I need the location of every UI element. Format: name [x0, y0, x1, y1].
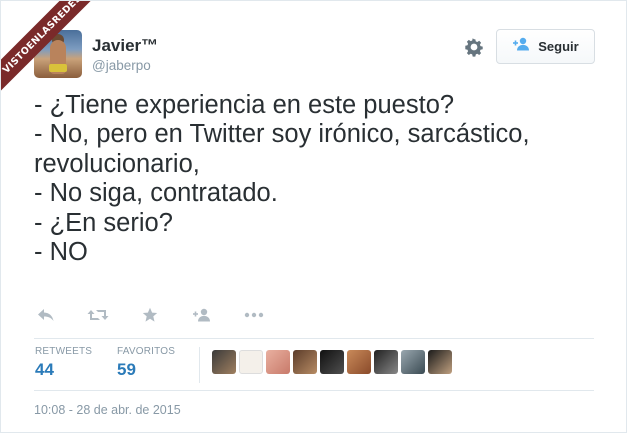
avatar[interactable]	[401, 350, 425, 374]
avatar[interactable]	[347, 350, 371, 374]
reply-icon[interactable]	[35, 304, 57, 326]
gear-icon[interactable]	[463, 36, 485, 58]
avatar[interactable]	[374, 350, 398, 374]
tweet-line: - NO	[34, 238, 88, 267]
tweet-text: - ¿Tiene experiencia en este puesto? - N…	[34, 91, 604, 267]
follow-button-label: Seguir	[538, 39, 579, 54]
author-name[interactable]: Javier™	[92, 36, 158, 56]
author-handle[interactable]: @jaberpo	[92, 58, 151, 73]
divider	[199, 347, 200, 383]
tweet-line: revolucionario,	[34, 149, 200, 178]
avatar[interactable]	[239, 350, 263, 374]
retweets-label: RETWEETS	[35, 346, 93, 357]
tweet-card: VISTOENLASREDES Javier™ @jaberpo Seguir …	[0, 0, 627, 433]
divider	[34, 338, 594, 339]
tweet-line: - No siga, contratado.	[34, 179, 278, 208]
retweets-stat[interactable]: RETWEETS 44	[35, 346, 92, 380]
avatar[interactable]	[266, 350, 290, 374]
action-bar	[35, 304, 295, 326]
favorites-stat[interactable]: FAVORITOS 59	[117, 346, 175, 380]
tweet-line: - No, pero en Twitter soy irónico, sarcá…	[34, 120, 530, 149]
favorites-label: FAVORITOS	[117, 346, 176, 357]
tweet-line: - ¿Tiene experiencia en este puesto?	[34, 91, 455, 119]
star-icon[interactable]	[139, 304, 161, 326]
favoriters-avatars	[212, 350, 452, 374]
retweet-icon[interactable]	[87, 304, 109, 326]
avatar[interactable]	[293, 350, 317, 374]
add-user-icon	[512, 37, 532, 56]
tweet-timestamp[interactable]: 10:08 - 28 de abr. de 2015	[34, 403, 181, 417]
more-icon[interactable]	[243, 304, 265, 326]
avatar[interactable]	[320, 350, 344, 374]
avatar[interactable]	[212, 350, 236, 374]
favorites-count: 59	[117, 360, 136, 379]
avatar[interactable]	[428, 350, 452, 374]
tweet-line: - ¿En serio?	[34, 208, 173, 237]
retweets-count: 44	[35, 360, 54, 379]
follow-button[interactable]: Seguir	[496, 29, 595, 64]
divider	[34, 390, 594, 391]
add-user-icon[interactable]	[191, 304, 213, 326]
